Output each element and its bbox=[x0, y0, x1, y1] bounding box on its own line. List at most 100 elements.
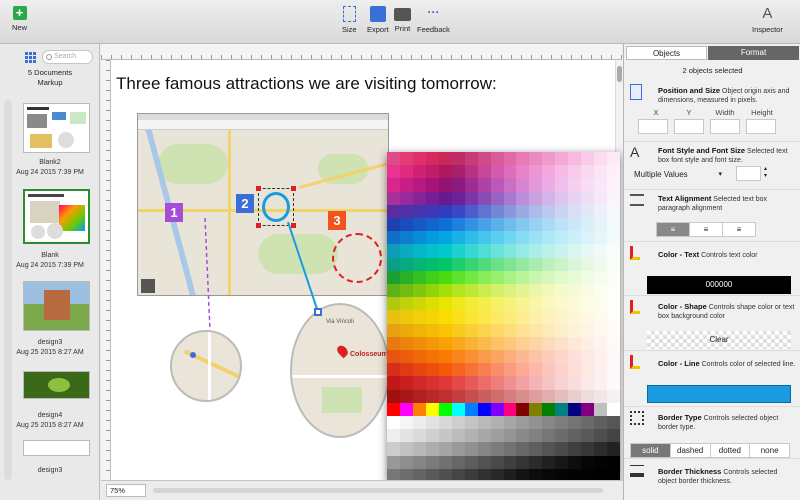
color-swatch[interactable] bbox=[399, 455, 413, 469]
color-swatch[interactable] bbox=[581, 283, 595, 298]
color-swatch[interactable] bbox=[438, 152, 452, 166]
color-swatch[interactable] bbox=[399, 389, 413, 403]
color-swatch[interactable] bbox=[477, 270, 491, 284]
color-swatch[interactable] bbox=[581, 244, 595, 258]
color-swatch[interactable] bbox=[516, 270, 530, 284]
tab-format[interactable]: Format bbox=[708, 46, 799, 60]
color-swatch[interactable] bbox=[607, 442, 620, 456]
color-swatch[interactable] bbox=[581, 455, 595, 469]
color-swatch[interactable] bbox=[542, 455, 556, 469]
color-swatch[interactable] bbox=[555, 231, 569, 245]
color-swatch[interactable] bbox=[607, 349, 620, 364]
color-swatch[interactable] bbox=[542, 389, 556, 403]
color-swatch[interactable] bbox=[568, 257, 582, 271]
color-swatch[interactable] bbox=[438, 257, 452, 271]
color-swatch[interactable] bbox=[412, 191, 426, 205]
color-swatch[interactable] bbox=[607, 429, 620, 443]
resize-handle[interactable] bbox=[291, 186, 296, 191]
align-right-option[interactable]: ≡ bbox=[723, 223, 755, 236]
color-swatch[interactable] bbox=[490, 152, 504, 166]
color-swatch[interactable] bbox=[387, 257, 400, 271]
badge-1[interactable]: 1 bbox=[165, 203, 183, 222]
color-swatch[interactable] bbox=[490, 455, 504, 469]
align-left-option[interactable]: ≡ bbox=[657, 223, 690, 236]
color-swatch[interactable] bbox=[542, 442, 556, 456]
color-swatch[interactable] bbox=[451, 310, 465, 324]
color-swatch[interactable] bbox=[399, 402, 413, 416]
color-swatch[interactable] bbox=[568, 270, 582, 284]
color-swatch[interactable] bbox=[594, 429, 608, 443]
thumbnail-design3-b[interactable] bbox=[23, 440, 90, 456]
shape-color-swatch[interactable]: Clear bbox=[647, 331, 791, 349]
color-swatch[interactable] bbox=[387, 455, 400, 469]
color-swatch[interactable] bbox=[568, 429, 582, 443]
color-swatch[interactable] bbox=[477, 402, 491, 416]
color-swatch[interactable] bbox=[477, 217, 491, 232]
color-swatch[interactable] bbox=[425, 178, 439, 192]
color-swatch[interactable] bbox=[529, 283, 543, 298]
border-type-segmented-control[interactable]: solid dashed dotted none bbox=[630, 443, 790, 458]
color-swatch[interactable] bbox=[425, 152, 439, 166]
color-swatch[interactable] bbox=[503, 217, 517, 232]
resize-handle[interactable] bbox=[256, 186, 261, 191]
color-swatch[interactable] bbox=[607, 402, 620, 416]
color-swatch[interactable] bbox=[529, 165, 543, 179]
color-swatch[interactable] bbox=[568, 297, 582, 311]
color-swatch[interactable] bbox=[568, 165, 582, 179]
color-swatch[interactable] bbox=[438, 429, 452, 443]
color-swatch[interactable] bbox=[516, 204, 530, 218]
color-swatch[interactable] bbox=[438, 310, 452, 324]
color-swatch[interactable] bbox=[399, 323, 413, 337]
color-swatch[interactable] bbox=[412, 270, 426, 284]
color-swatch[interactable] bbox=[516, 336, 530, 350]
color-swatch[interactable] bbox=[477, 244, 491, 258]
color-swatch[interactable] bbox=[451, 283, 465, 298]
color-swatch[interactable] bbox=[542, 349, 556, 364]
color-swatch[interactable] bbox=[529, 363, 543, 377]
color-swatch[interactable] bbox=[412, 165, 426, 179]
color-swatch[interactable] bbox=[516, 165, 530, 179]
border-dotted-option[interactable]: dotted bbox=[711, 444, 751, 457]
color-swatch[interactable] bbox=[399, 376, 413, 390]
color-swatch[interactable] bbox=[490, 442, 504, 456]
color-swatch[interactable] bbox=[594, 217, 608, 232]
color-swatch[interactable] bbox=[503, 442, 517, 456]
color-swatch[interactable] bbox=[516, 178, 530, 192]
color-swatch[interactable] bbox=[464, 349, 478, 364]
thumbnail-design3[interactable] bbox=[23, 281, 90, 331]
color-swatch[interactable] bbox=[464, 191, 478, 205]
color-swatch[interactable] bbox=[425, 389, 439, 403]
color-swatch[interactable] bbox=[503, 363, 517, 377]
zoom-circle-small[interactable] bbox=[170, 330, 242, 402]
color-swatch[interactable] bbox=[477, 165, 491, 179]
color-swatch[interactable] bbox=[387, 244, 400, 258]
color-swatch[interactable] bbox=[542, 191, 556, 205]
color-swatch[interactable] bbox=[555, 455, 569, 469]
color-swatch[interactable] bbox=[594, 415, 608, 430]
color-swatch[interactable] bbox=[542, 363, 556, 377]
color-swatch[interactable] bbox=[425, 429, 439, 443]
color-swatch[interactable] bbox=[451, 363, 465, 377]
color-swatch[interactable] bbox=[542, 152, 556, 166]
color-swatch[interactable] bbox=[412, 349, 426, 364]
color-swatch[interactable] bbox=[399, 178, 413, 192]
color-swatch[interactable] bbox=[399, 415, 413, 430]
color-swatch[interactable] bbox=[581, 429, 595, 443]
color-swatch[interactable] bbox=[529, 152, 543, 166]
color-swatch[interactable] bbox=[607, 204, 620, 218]
color-swatch[interactable] bbox=[503, 283, 517, 298]
color-swatch[interactable] bbox=[464, 310, 478, 324]
color-swatch[interactable] bbox=[503, 152, 517, 166]
color-swatch[interactable] bbox=[594, 270, 608, 284]
color-swatch[interactable] bbox=[581, 442, 595, 456]
color-swatch[interactable] bbox=[451, 402, 465, 416]
headline-text[interactable]: Three famous attractions we are visiting… bbox=[116, 74, 497, 94]
color-swatch[interactable] bbox=[387, 204, 400, 218]
badge-2[interactable]: 2 bbox=[236, 194, 254, 213]
color-swatch[interactable] bbox=[464, 376, 478, 390]
color-swatch[interactable] bbox=[412, 389, 426, 403]
color-swatch[interactable] bbox=[503, 165, 517, 179]
font-size-stepper[interactable]: ▴ ▾ bbox=[764, 166, 772, 181]
color-swatch[interactable] bbox=[555, 297, 569, 311]
color-swatch[interactable] bbox=[542, 376, 556, 390]
